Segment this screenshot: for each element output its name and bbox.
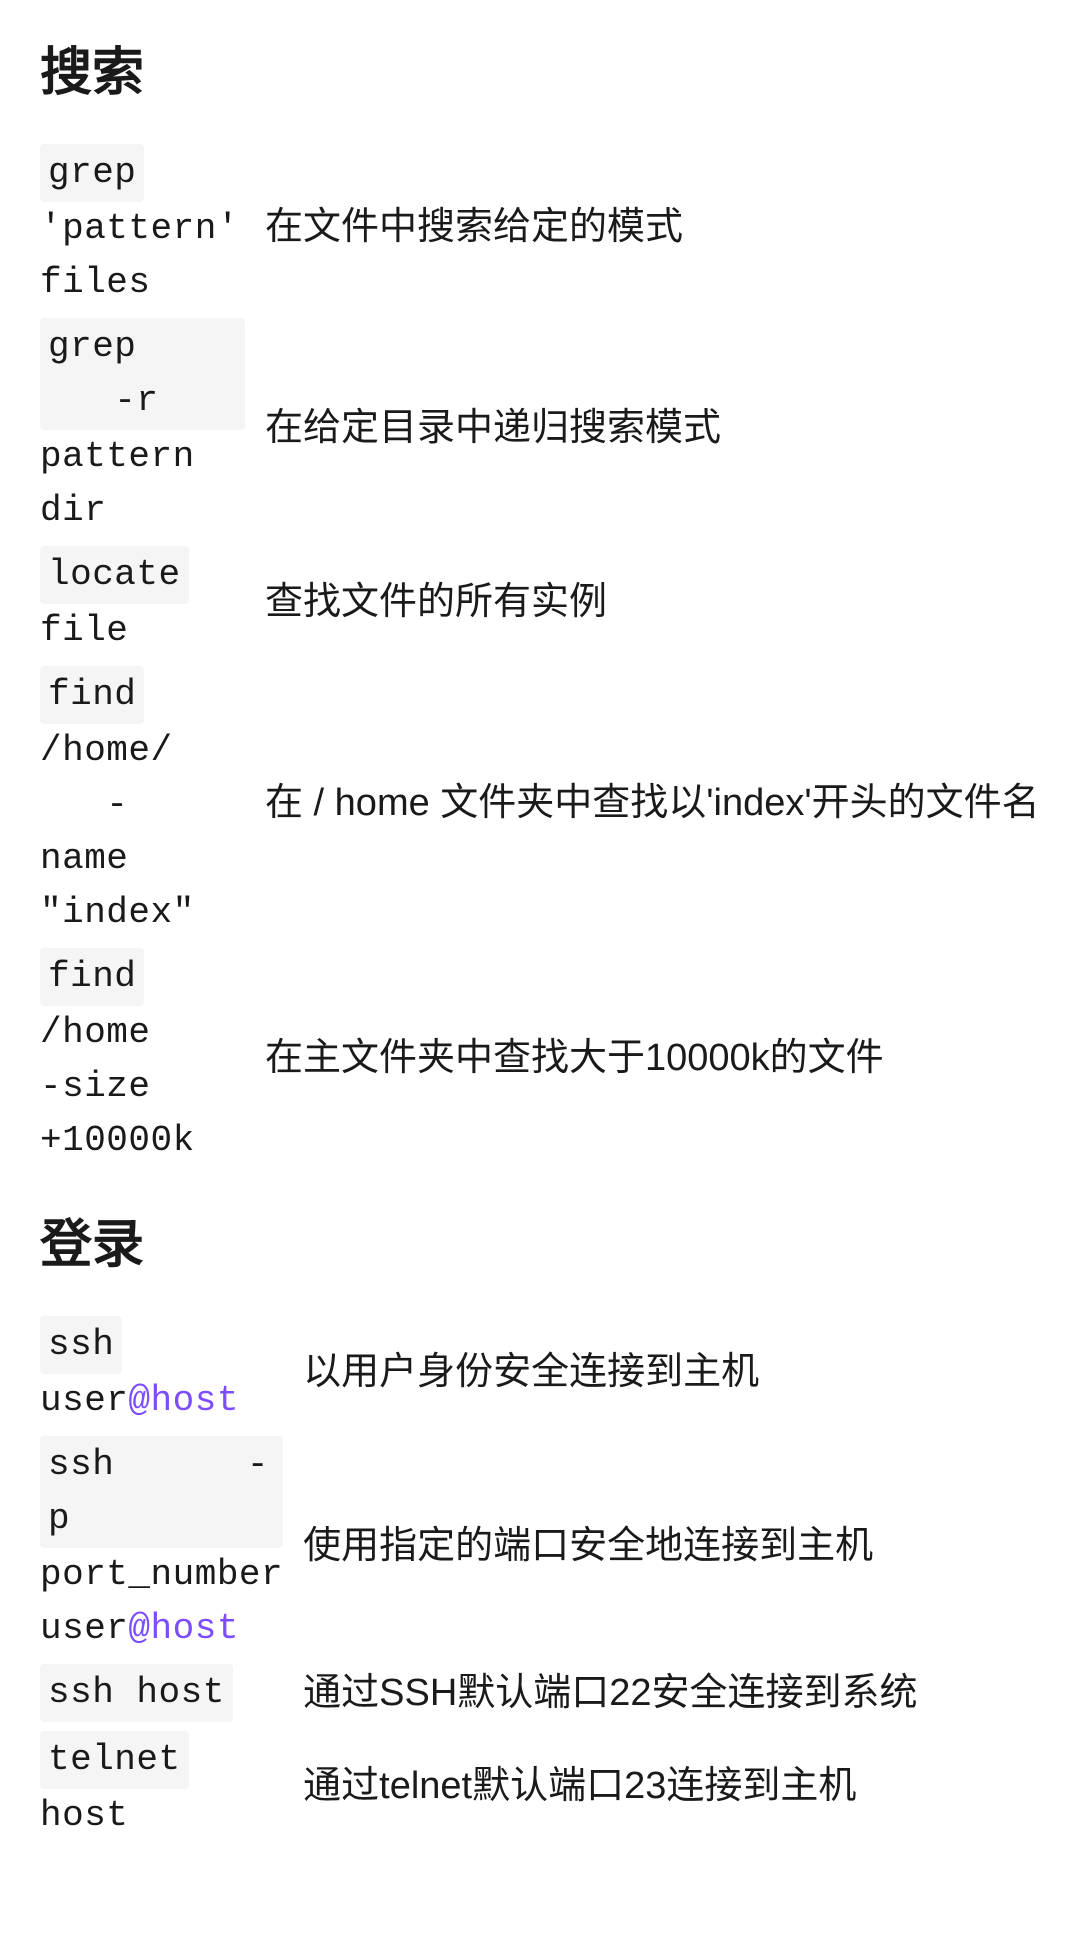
command-cell: find/home/ -name"index" bbox=[40, 662, 265, 944]
table-row: sshuser@host以用户身份安全连接到主机 bbox=[40, 1312, 1040, 1432]
content-root: 搜索 grep'pattern'files在文件中搜索给定的模式grep -rpa… bbox=[40, 30, 1040, 1847]
table-row: grep -rpatterndir在给定目录中递归搜索模式 bbox=[40, 314, 1040, 542]
command-cell: ssh -pport_numberuser@host bbox=[40, 1432, 303, 1660]
description-cell: 在 / home 文件夹中查找以'index'开头的文件名 bbox=[265, 662, 1040, 944]
table-row: find/home/ -name"index"在 / home 文件夹中查找以'… bbox=[40, 662, 1040, 944]
description-cell: 通过telnet默认端口23连接到主机 bbox=[303, 1727, 1040, 1847]
description-cell: 使用指定的端口安全地连接到主机 bbox=[303, 1432, 1040, 1660]
command-table: sshuser@host以用户身份安全连接到主机ssh -pport_numbe… bbox=[40, 1312, 1040, 1847]
table-row: grep'pattern'files在文件中搜索给定的模式 bbox=[40, 140, 1040, 314]
command-table: grep'pattern'files在文件中搜索给定的模式grep -rpatt… bbox=[40, 140, 1040, 1172]
description-cell: 以用户身份安全连接到主机 bbox=[303, 1312, 1040, 1432]
description-cell: 查找文件的所有实例 bbox=[265, 542, 1040, 662]
command-cell: locatefile bbox=[40, 542, 265, 662]
command-cell: grep -rpatterndir bbox=[40, 314, 265, 542]
command-cell: telnethost bbox=[40, 1727, 303, 1847]
description-cell: 通过SSH默认端口22安全连接到系统 bbox=[303, 1660, 1040, 1727]
table-row: telnethost通过telnet默认端口23连接到主机 bbox=[40, 1727, 1040, 1847]
table-row: ssh -pport_numberuser@host使用指定的端口安全地连接到主… bbox=[40, 1432, 1040, 1660]
section-heading: 登录 bbox=[40, 1202, 1040, 1277]
table-row: locatefile查找文件的所有实例 bbox=[40, 542, 1040, 662]
command-cell: grep'pattern'files bbox=[40, 140, 265, 314]
description-cell: 在文件中搜索给定的模式 bbox=[265, 140, 1040, 314]
section-heading: 搜索 bbox=[40, 30, 1040, 105]
table-row: ssh host通过SSH默认端口22安全连接到系统 bbox=[40, 1660, 1040, 1727]
description-cell: 在给定目录中递归搜索模式 bbox=[265, 314, 1040, 542]
table-row: find /home-size+10000k在主文件夹中查找大于10000k的文… bbox=[40, 944, 1040, 1172]
command-cell: sshuser@host bbox=[40, 1312, 303, 1432]
description-cell: 在主文件夹中查找大于10000k的文件 bbox=[265, 944, 1040, 1172]
command-cell: ssh host bbox=[40, 1660, 303, 1727]
command-cell: find /home-size+10000k bbox=[40, 944, 265, 1172]
